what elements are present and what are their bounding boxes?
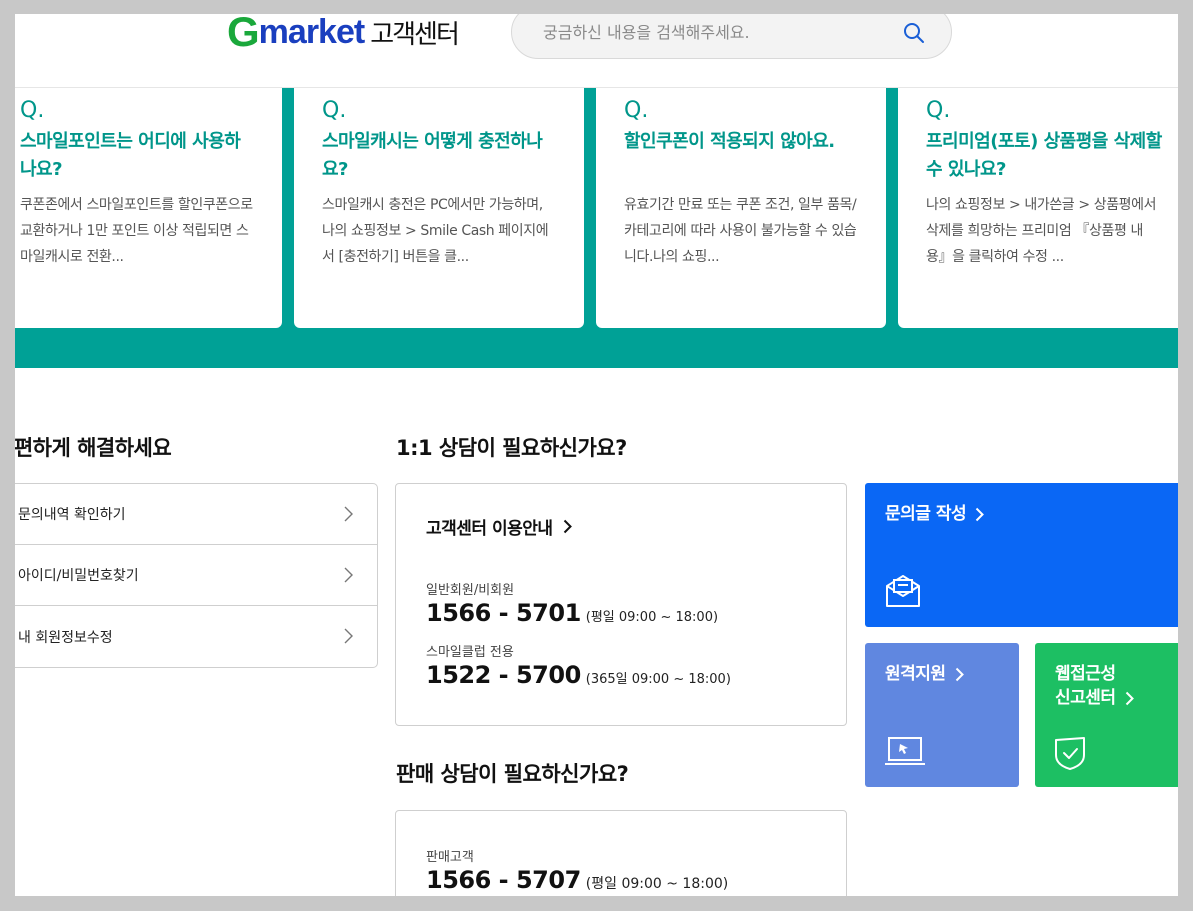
consult-box: 고객센터 이용안내 일반회원/비회원 1566 - 5701 (평일 09:00…	[395, 483, 847, 726]
phone-label: 일반회원/비회원	[426, 583, 515, 598]
sales-title: 판매 상담이 필요하신가요?	[396, 762, 629, 786]
chevron-right-icon	[344, 567, 353, 583]
chevron-right-icon	[1125, 691, 1134, 705]
shield-check-icon	[1055, 737, 1085, 770]
faq-card[interactable]: Q. 프리미엄(포토) 상품평을 삭제할 수 있나요? 나의 쇼핑정보 > 내가…	[898, 88, 1178, 328]
chevron-right-icon	[975, 507, 985, 521]
accessibility-report-label: 웹접근성 신고센터	[1055, 662, 1178, 710]
self-service-item-label: 문의내역 확인하기	[18, 507, 126, 523]
faq-q-mark: Q.	[322, 98, 347, 123]
phone-number: 1566 - 5707	[426, 866, 581, 894]
remote-support-label: 원격지원	[885, 662, 1019, 686]
search-box	[511, 14, 952, 59]
chevron-right-icon	[955, 667, 964, 681]
faq-body: 나의 쇼핑정보 > 내가쓴글 > 상품평에서 삭제를 희망하는 프리미엄 『상품…	[926, 197, 1157, 265]
phone-number: 1522 - 5700	[426, 661, 581, 689]
phone-hours: (평일 09:00 ~ 18:00)	[585, 610, 719, 625]
chevron-right-icon	[344, 506, 353, 522]
consult-title: 1:1 상담이 필요하신가요?	[396, 436, 627, 460]
faq-q-mark: Q.	[624, 98, 649, 123]
self-service-item-label: 아이디/비밀번호찾기	[18, 568, 139, 584]
phone-hours: (365일 09:00 ~ 18:00)	[585, 672, 731, 687]
header: Gmarket 고객센터	[15, 14, 1178, 88]
chevron-right-icon	[563, 519, 572, 534]
faq-title: 스마일포인트는 어디에 사용하나요?	[20, 131, 241, 180]
faq-title: 스마일캐시는 어떻게 충전하나요?	[322, 131, 543, 180]
faq-title: 할인쿠폰이 적용되지 않아요.	[624, 131, 835, 152]
write-inquiry-text: 문의글 작성	[885, 504, 967, 524]
accessibility-report-text-1: 웹접근성	[1055, 664, 1116, 684]
self-service-item-find-id-password[interactable]: 아이디/비밀번호찾기	[15, 545, 377, 606]
page: Gmarket고객센터 Q. 스마일포인트는 어디에 사용하나요? 쿠폰존에서 …	[15, 14, 1178, 896]
sales-box: 판매고객 1566 - 5707 (평일 09:00 ~ 18:00)	[395, 810, 847, 896]
laptop-icon	[885, 737, 925, 765]
phone-number: 1566 - 5701	[426, 599, 581, 627]
faq-body: 스마일캐시 충전은 PC에서만 가능하며, 나의 쇼핑정보 > Smile Ca…	[322, 197, 549, 265]
faq-body: 유효기간 만료 또는 쿠폰 조건, 일부 품목/카테고리에 따라 사용이 불가능…	[624, 197, 857, 265]
gmarket-logo[interactable]: Gmarket 고객센터	[227, 14, 460, 56]
faq-q-mark: Q.	[926, 98, 951, 123]
chevron-right-icon	[344, 628, 353, 644]
self-service-list: 문의내역 확인하기 아이디/비밀번호찾기 내 회원정보수정	[15, 483, 378, 668]
faq-q-mark: Q.	[20, 98, 45, 123]
phone-label: 판매고객	[426, 850, 474, 865]
search-icon[interactable]	[903, 22, 925, 44]
faq-title: 프리미엄(포토) 상품평을 삭제할 수 있나요?	[926, 131, 1162, 180]
logo-customer-center: 고객센터	[370, 19, 460, 50]
self-service-item-edit-member-info[interactable]: 내 회원정보수정	[15, 606, 377, 667]
phone-line: 1566 - 5701 (평일 09:00 ~ 18:00)	[426, 599, 846, 627]
faq-body: 쿠폰존에서 스마일포인트를 할인쿠폰으로 교환하거나 1만 포인트 이상 적립되…	[20, 197, 253, 265]
faq-card[interactable]: Q. 스마일캐시는 어떻게 충전하나요? 스마일캐시 충전은 PC에서만 가능하…	[294, 88, 584, 328]
faq-card[interactable]: Q. 스마일포인트는 어디에 사용하나요? 쿠폰존에서 스마일포인트를 할인쿠폰…	[15, 88, 282, 328]
faq-card[interactable]: Q. 할인쿠폰이 적용되지 않아요. 유효기간 만료 또는 쿠폰 조건, 일부 …	[596, 88, 886, 328]
remote-support-tile[interactable]: 원격지원	[865, 643, 1019, 787]
logo-g: G	[227, 14, 260, 55]
phone-label: 스마일클럽 전용	[426, 645, 514, 660]
write-inquiry-label: 문의글 작성	[885, 502, 1178, 526]
search-input[interactable]	[512, 22, 882, 42]
phone-hours: (평일 09:00 ~ 18:00)	[585, 876, 729, 892]
cs-guide-link[interactable]: 고객센터 이용안내	[426, 514, 846, 539]
cs-guide-label: 고객센터 이용안내	[426, 519, 553, 539]
logo-market: market	[258, 14, 366, 51]
self-service-title: 간편하게 해결하세요	[15, 436, 172, 460]
self-service-item-inquiry-history[interactable]: 문의내역 확인하기	[15, 484, 377, 545]
accessibility-report-tile[interactable]: 웹접근성 신고센터	[1035, 643, 1178, 787]
write-inquiry-tile[interactable]: 문의글 작성	[865, 483, 1178, 627]
accessibility-report-text-2: 신고센터	[1055, 688, 1116, 708]
remote-support-text: 원격지원	[885, 664, 946, 684]
self-service-item-label: 내 회원정보수정	[18, 629, 113, 646]
phone-line: 1522 - 5700 (365일 09:00 ~ 18:00)	[426, 661, 846, 689]
envelope-icon	[886, 575, 920, 607]
phone-line: 1566 - 5707 (평일 09:00 ~ 18:00)	[426, 866, 846, 894]
